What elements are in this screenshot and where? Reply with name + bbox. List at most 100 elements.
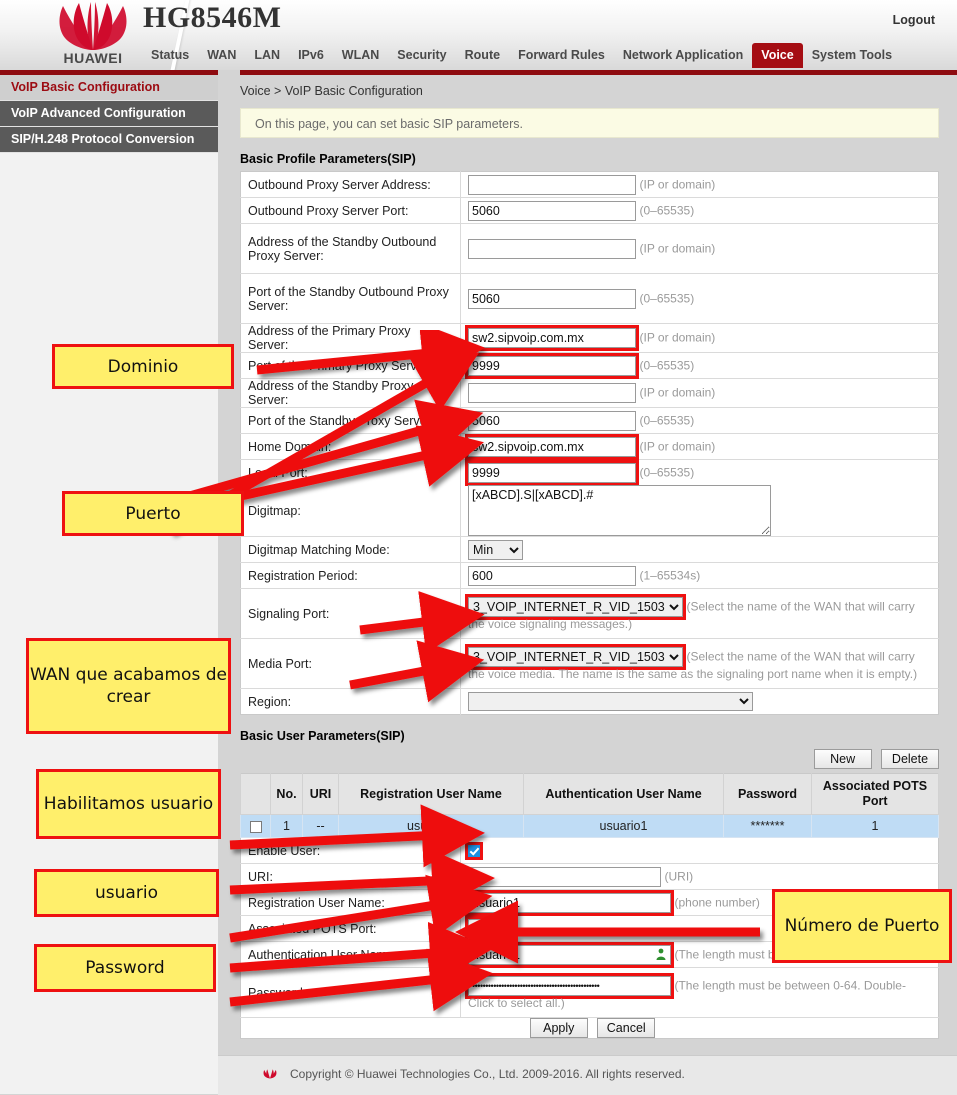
nav-item-status[interactable]: Status bbox=[142, 43, 198, 68]
users-column-header bbox=[240, 773, 271, 815]
new-button[interactable]: New bbox=[813, 749, 872, 769]
users-table-header: No. URI Registration User Name Authenticati… bbox=[240, 773, 939, 815]
main-nav: Status WAN LAN IPv6 WLAN Security Route Forward… bbox=[142, 43, 901, 70]
registration-user-input[interactable] bbox=[465, 889, 674, 916]
profile-row-hint: (IP or domain) bbox=[639, 330, 716, 345]
annotation-numero-de-puerto: Número de Puerto bbox=[772, 889, 952, 963]
enable-user-checkbox[interactable] bbox=[465, 842, 483, 861]
profile-row-field: (IP or domain) bbox=[460, 323, 939, 353]
sidebar-item-sip-h-248-protocol-conversion[interactable]: SIP/H.248 Protocol Conversion bbox=[0, 127, 218, 153]
pots-port-select[interactable]: 1 bbox=[465, 915, 515, 942]
info-banner: On this page, you can set basic SIP para… bbox=[240, 108, 939, 138]
digitmap-mode-row: Digitmap Matching Mode: Min bbox=[240, 536, 939, 563]
nav-item-voice[interactable]: Voice bbox=[752, 43, 803, 68]
profile-input[interactable] bbox=[465, 459, 639, 486]
profile-input[interactable] bbox=[468, 174, 636, 195]
logout-link[interactable]: Logout bbox=[893, 13, 935, 27]
profile-row-hint: (IP or domain) bbox=[639, 240, 716, 255]
profile-row-label: Outbound Proxy Server Address: bbox=[240, 171, 461, 198]
annotation-puerto: Puerto bbox=[62, 491, 244, 536]
region-row: Region: bbox=[240, 688, 939, 715]
nav-item-security[interactable]: Security bbox=[388, 43, 455, 68]
profile-input[interactable] bbox=[465, 325, 639, 351]
profile-row-hint: (IP or domain) bbox=[639, 385, 716, 400]
enable-user-label: Enable User: bbox=[240, 838, 461, 864]
profile-row: Outbound Proxy Server Port: (0–65535) bbox=[240, 197, 939, 224]
sidebar-item-voip-advanced-configuration[interactable]: VoIP Advanced Configuration bbox=[0, 101, 218, 127]
users-column-header: Password bbox=[723, 773, 812, 815]
brand-label: HUAWEI bbox=[63, 50, 123, 66]
password-label: Password: bbox=[240, 967, 461, 1018]
profile-input[interactable] bbox=[468, 238, 636, 259]
registration-period-hint: (1–65534s) bbox=[639, 567, 701, 582]
profile-input[interactable] bbox=[468, 288, 636, 309]
cancel-button[interactable]: Cancel bbox=[597, 1018, 656, 1038]
profile-row-field: (0–65535) bbox=[460, 197, 939, 224]
profile-input[interactable] bbox=[468, 410, 636, 431]
auth-user-input[interactable] bbox=[465, 941, 674, 968]
users-column-header: No. bbox=[270, 773, 303, 815]
annotation-wan: WAN que acabamos de crear bbox=[26, 638, 231, 734]
nav-item-wan[interactable]: WAN bbox=[198, 43, 245, 68]
registration-period-input[interactable] bbox=[468, 565, 636, 586]
signaling-port-select[interactable]: 3_VOIP_INTERNET_R_VID_1503 bbox=[465, 593, 686, 620]
cell-no: 1 bbox=[270, 814, 303, 838]
registration-user-label: Registration User Name: bbox=[240, 889, 461, 916]
nav-item-network-application[interactable]: Network Application bbox=[614, 43, 752, 68]
users-column-header: URI bbox=[302, 773, 339, 815]
apply-button[interactable]: Apply bbox=[529, 1018, 588, 1038]
nav-item-wlan[interactable]: WLAN bbox=[333, 43, 389, 68]
digitmap-textarea[interactable]: [xABCD].S|[xABCD].# bbox=[468, 485, 771, 536]
profile-row-field: (0–65535) bbox=[460, 407, 939, 434]
nav-item-route[interactable]: Route bbox=[456, 43, 509, 68]
nav-item-system-tools[interactable]: System Tools bbox=[803, 43, 901, 68]
profile-row-hint: (0–65535) bbox=[639, 412, 695, 427]
annotation-password: Password bbox=[34, 944, 216, 992]
profile-row: Port of the Standby Outbound Proxy Serve… bbox=[240, 273, 939, 324]
digitmap-mode-select[interactable]: Min bbox=[468, 539, 523, 560]
nav-item-ipv6[interactable]: IPv6 bbox=[289, 43, 333, 68]
profile-input[interactable] bbox=[468, 200, 636, 221]
auth-user-label: Authentication User Name: bbox=[240, 941, 461, 968]
cell-uri: -- bbox=[302, 814, 339, 838]
profile-row-hint: (IP or domain) bbox=[639, 176, 716, 191]
sidebar-item-voip-basic-configuration[interactable]: VoIP Basic Configuration bbox=[0, 75, 218, 101]
profile-row-label: Port of the Standby Proxy Server: bbox=[240, 407, 461, 434]
profile-row-field: (0–65535) bbox=[461, 459, 939, 486]
uri-input[interactable] bbox=[468, 866, 661, 887]
uri-label: URI: bbox=[240, 863, 461, 890]
profile-row: Address of the Standby Outbound Proxy Se… bbox=[240, 223, 939, 274]
nav-item-forward-rules[interactable]: Forward Rules bbox=[509, 43, 614, 68]
page-footer: Copyright © Huawei Technologies Co., Ltd… bbox=[218, 1055, 957, 1095]
region-select[interactable] bbox=[468, 692, 753, 711]
password-input[interactable] bbox=[465, 972, 674, 999]
digitmap-row: Digitmap: [xABCD].S|[xABCD].# bbox=[240, 485, 939, 537]
uri-row: URI: (URI) bbox=[240, 863, 939, 890]
signaling-port-label: Signaling Port: bbox=[240, 588, 461, 639]
nav-item-lan[interactable]: LAN bbox=[245, 43, 289, 68]
row-select-checkbox[interactable] bbox=[249, 820, 262, 833]
registration-user-hint: (phone number) bbox=[674, 894, 760, 909]
person-icon bbox=[656, 948, 666, 960]
profile-input[interactable] bbox=[465, 352, 639, 379]
profile-row: Address of the Primary Proxy Server: (IP… bbox=[240, 323, 939, 353]
breadcrumb: Voice > VoIP Basic Configuration bbox=[240, 84, 423, 98]
profile-row-hint: (0–65535) bbox=[639, 357, 695, 372]
profile-section-title: Basic Profile Parameters(SIP) bbox=[240, 152, 416, 166]
profile-input[interactable] bbox=[468, 383, 636, 403]
users-column-header: Associated POTS Port bbox=[811, 773, 939, 815]
delete-button[interactable]: Delete bbox=[881, 749, 939, 769]
profile-row: Port of the Standby Proxy Server: (0–655… bbox=[240, 407, 939, 434]
profile-row-label: Local Port: bbox=[240, 459, 461, 485]
password-row: Password: (The length must be between 0-… bbox=[240, 967, 939, 1018]
profile-input[interactable] bbox=[465, 433, 639, 460]
profile-row: Home Domain: (IP or domain) bbox=[240, 433, 939, 460]
table-row[interactable]: 1 -- usuario1 usuario1 ******* 1 bbox=[240, 814, 939, 838]
media-port-select[interactable]: 3_VOIP_INTERNET_R_VID_1503 bbox=[465, 643, 686, 670]
action-row: Apply Cancel bbox=[240, 1017, 939, 1039]
profile-row-hint: (IP or domain) bbox=[639, 438, 716, 453]
profile-row-field: (0–65535) bbox=[460, 352, 939, 379]
profile-row-hint: (0–65535) bbox=[639, 464, 695, 479]
profile-row-label: Address of the Primary Proxy Server: bbox=[240, 323, 461, 353]
users-column-header: Registration User Name bbox=[338, 773, 524, 815]
